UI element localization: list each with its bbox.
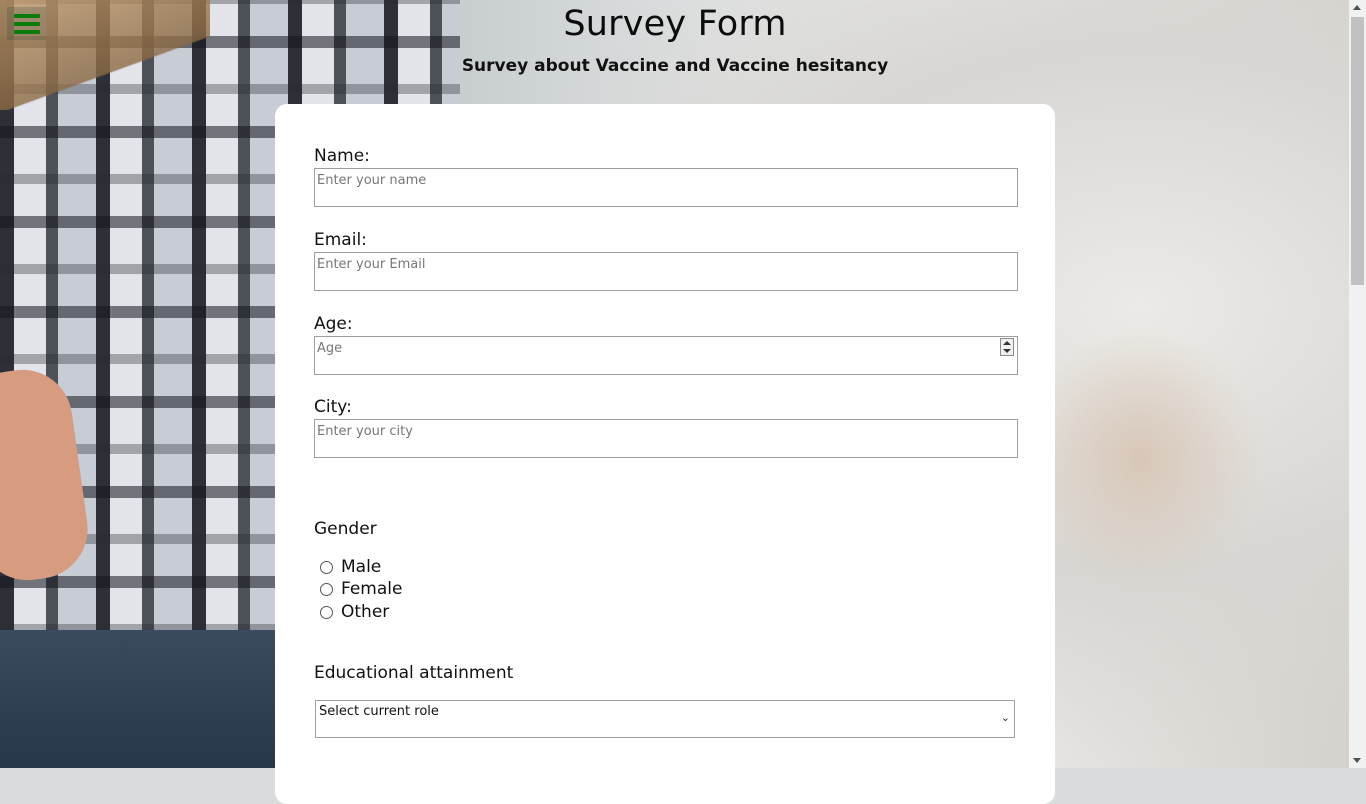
radio-female[interactable] bbox=[320, 582, 333, 596]
age-input[interactable]: Age bbox=[314, 336, 1018, 375]
gender-option-label: Male bbox=[341, 557, 382, 577]
radio-male[interactable] bbox=[320, 560, 333, 574]
name-input[interactable]: Enter your name bbox=[314, 168, 1018, 207]
gender-option-female[interactable]: Female bbox=[320, 578, 402, 600]
gender-title: Gender bbox=[314, 519, 377, 539]
city-placeholder: Enter your city bbox=[317, 424, 413, 439]
scrollbar-thumb[interactable] bbox=[1351, 17, 1364, 285]
gender-option-label: Other bbox=[341, 602, 390, 622]
name-placeholder: Enter your name bbox=[317, 173, 427, 188]
age-label: Age: bbox=[314, 314, 353, 334]
email-label: Email: bbox=[314, 230, 367, 250]
radio-other[interactable] bbox=[320, 605, 333, 619]
age-spinner[interactable] bbox=[1000, 338, 1014, 356]
survey-form: Name: Enter your name Email: Enter your … bbox=[275, 104, 1055, 804]
name-label: Name: bbox=[314, 146, 370, 166]
city-label: City: bbox=[314, 397, 352, 417]
hamburger-menu-icon[interactable] bbox=[7, 7, 46, 40]
city-field-group: City: Enter your city bbox=[314, 397, 1018, 458]
email-placeholder: Enter your Email bbox=[317, 257, 426, 272]
gender-option-label: Female bbox=[341, 579, 403, 599]
age-placeholder: Age bbox=[317, 341, 343, 356]
name-field-group: Name: Enter your name bbox=[314, 146, 1018, 207]
page-header: Survey Form Survey about Vaccine and Vac… bbox=[0, 0, 1350, 76]
age-field-group: Age: Age bbox=[314, 314, 1018, 375]
email-input[interactable]: Enter your Email bbox=[314, 252, 1018, 291]
education-title: Educational attainment bbox=[314, 663, 514, 683]
education-selected-value: Select current role bbox=[319, 704, 439, 719]
chevron-down-icon: ⌄ bbox=[1000, 711, 1010, 724]
city-input[interactable]: Enter your city bbox=[314, 419, 1018, 458]
page-scrollbar[interactable] bbox=[1349, 0, 1366, 768]
gender-option-male[interactable]: Male bbox=[320, 556, 381, 578]
page-subtitle: Survey about Vaccine and Vaccine hesitan… bbox=[461, 56, 889, 76]
scroll-down-icon[interactable] bbox=[1353, 758, 1361, 763]
gender-option-other[interactable]: Other bbox=[320, 601, 389, 623]
education-select[interactable]: Select current role ⌄ bbox=[315, 700, 1015, 738]
scroll-up-icon[interactable] bbox=[1353, 5, 1361, 10]
email-field-group: Email: Enter your Email bbox=[314, 230, 1018, 291]
page-title: Survey Form bbox=[563, 4, 787, 44]
